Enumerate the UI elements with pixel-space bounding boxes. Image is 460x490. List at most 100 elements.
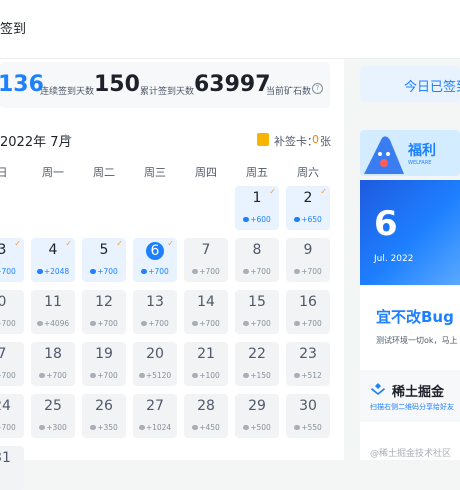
- makeup-card-icon: [257, 133, 269, 146]
- stats-bar: 136 连续签到天数 150 累计签到天数 63997 当前矿石数: [0, 62, 330, 108]
- ore-gem-icon: [36, 321, 43, 326]
- calendar-day[interactable]: 20 +5120: [133, 342, 177, 386]
- ore-gem-icon: [243, 425, 250, 430]
- calendar-day[interactable]: 12 +700: [82, 290, 126, 334]
- calendar-day[interactable]: 14 +700: [184, 290, 228, 334]
- day-points: +700: [0, 423, 16, 432]
- day-number: 16: [299, 294, 317, 310]
- calendar-day[interactable]: 7 +700: [0, 342, 24, 386]
- weekday-header: 周六: [297, 166, 319, 179]
- calendar-day[interactable]: 8 +700: [235, 238, 279, 282]
- day-number: 1: [252, 190, 262, 206]
- promo-date: Jul. 2022: [374, 254, 414, 264]
- ore-gem-icon: [90, 425, 97, 430]
- signed-today-label: 今日已签到: [404, 80, 460, 95]
- day-points: +600: [250, 215, 271, 224]
- day-points: +700: [0, 319, 16, 328]
- ore-gem-icon: [243, 321, 250, 326]
- day-points: +700: [0, 371, 16, 380]
- total-days-label: 累计签到天数: [140, 87, 195, 97]
- promo-day: 6: [374, 204, 398, 244]
- brand-footer: 稀土掘金 扫描右侧二维码分享给好友: [360, 370, 460, 422]
- calendar-day[interactable]: 30 +550: [286, 394, 330, 438]
- welfare-banner[interactable]: 福利 WELFARE: [360, 130, 460, 176]
- calendar-day[interactable]: 29 +500: [235, 394, 279, 438]
- weekday-header: 周五: [246, 166, 268, 179]
- continuous-days-label: 连续签到天数: [40, 87, 95, 97]
- calendar-day[interactable]: 31: [0, 446, 24, 490]
- day-number: 7: [201, 242, 211, 258]
- ore-gem-icon: [294, 425, 301, 430]
- calendar-day[interactable]: 18 +700: [31, 342, 75, 386]
- day-number: 23: [299, 346, 317, 362]
- calendar-day[interactable]: 27 +1024: [133, 394, 177, 438]
- calendar-day[interactable]: 0 +700: [0, 290, 24, 334]
- promo-description: 测试环境一切ok，马上: [376, 336, 458, 345]
- day-points: +700: [250, 267, 271, 276]
- day-points: +700: [199, 267, 220, 276]
- day-number: 18: [44, 346, 62, 362]
- signed-today-button[interactable]: 今日已签到: [360, 66, 460, 102]
- makeup-card-unit: 张: [320, 135, 331, 148]
- weekday-header: 日: [0, 166, 8, 179]
- calendar-day[interactable]: 15 +700: [235, 290, 279, 334]
- day-number: 11: [44, 294, 62, 310]
- day-points: +700: [301, 319, 322, 328]
- calendar-day[interactable]: 26 +350: [82, 394, 126, 438]
- help-icon[interactable]: ?: [312, 83, 323, 94]
- calendar-day[interactable]: 25 +300: [31, 394, 75, 438]
- day-number: 27: [146, 398, 164, 414]
- day-points: +450: [199, 423, 220, 432]
- calendar-day[interactable]: 11 +4096: [31, 290, 75, 334]
- calendar-day[interactable]: 13 +700: [133, 290, 177, 334]
- day-number: 24: [0, 398, 11, 414]
- total-days-value: 150: [94, 72, 140, 97]
- ore-gem-icon: [192, 321, 199, 326]
- day-points: +1024: [145, 423, 172, 432]
- calendar-day[interactable]: 21 +100: [184, 342, 228, 386]
- day-points: +700: [0, 267, 16, 276]
- calendar-day[interactable]: 19 +700: [82, 342, 126, 386]
- next-month-arrow-icon[interactable]: ▶: [65, 133, 72, 143]
- day-number: 14: [197, 294, 215, 310]
- day-number: 8: [252, 242, 262, 258]
- calendar-day[interactable]: 2 +650 ✓: [286, 186, 330, 230]
- calendar-day[interactable]: 4 +2048 ✓: [31, 238, 75, 282]
- calendar-day[interactable]: 28 +450: [184, 394, 228, 438]
- ore-gem-icon: [192, 425, 199, 430]
- day-points: +650: [301, 215, 322, 224]
- day-number: 30: [299, 398, 317, 414]
- calendar-day[interactable]: 9 +700: [286, 238, 330, 282]
- day-points: +300: [46, 423, 67, 432]
- calendar-day[interactable]: 1 +600 ✓: [235, 186, 279, 230]
- mascot-icon: [364, 136, 404, 174]
- calendar-day[interactable]: 16 +700: [286, 290, 330, 334]
- continuous-days-value: 136: [0, 72, 44, 97]
- ore-gem-icon: [243, 269, 250, 274]
- ore-gem-icon: [90, 321, 97, 326]
- signed-check-icon: ✓: [167, 239, 174, 248]
- calendar-day-today[interactable]: 6 +700 ✓: [133, 238, 177, 282]
- calendar-day[interactable]: 5 +700 ✓: [82, 238, 126, 282]
- day-number: 29: [248, 398, 266, 414]
- ore-gem-icon: [141, 321, 148, 326]
- day-number: 0: [0, 294, 7, 310]
- calendar-day[interactable]: 7 +700: [184, 238, 228, 282]
- day-number: 7: [0, 346, 7, 362]
- calendar-day[interactable]: 3 +700 ✓: [0, 238, 24, 282]
- calendar-day[interactable]: 23 +512: [286, 342, 330, 386]
- calendar-day[interactable]: 24 +700: [0, 394, 24, 438]
- calendar-day[interactable]: 22 +150: [235, 342, 279, 386]
- day-points: +550: [301, 423, 322, 432]
- brand-subtitle: 扫描右侧二维码分享给好友: [370, 403, 454, 411]
- page-title: 签到: [0, 22, 27, 37]
- signed-check-icon: ✓: [65, 239, 72, 248]
- day-points: +700: [97, 371, 118, 380]
- promo-hero: 6 Jul. 2022: [360, 180, 460, 285]
- month-label: 2022年 7月: [0, 135, 72, 150]
- day-number: 26: [95, 398, 113, 414]
- day-points: +700: [97, 319, 118, 328]
- day-points: +500: [250, 423, 271, 432]
- day-points: +512: [301, 371, 322, 380]
- juejin-logo-icon: [371, 383, 385, 395]
